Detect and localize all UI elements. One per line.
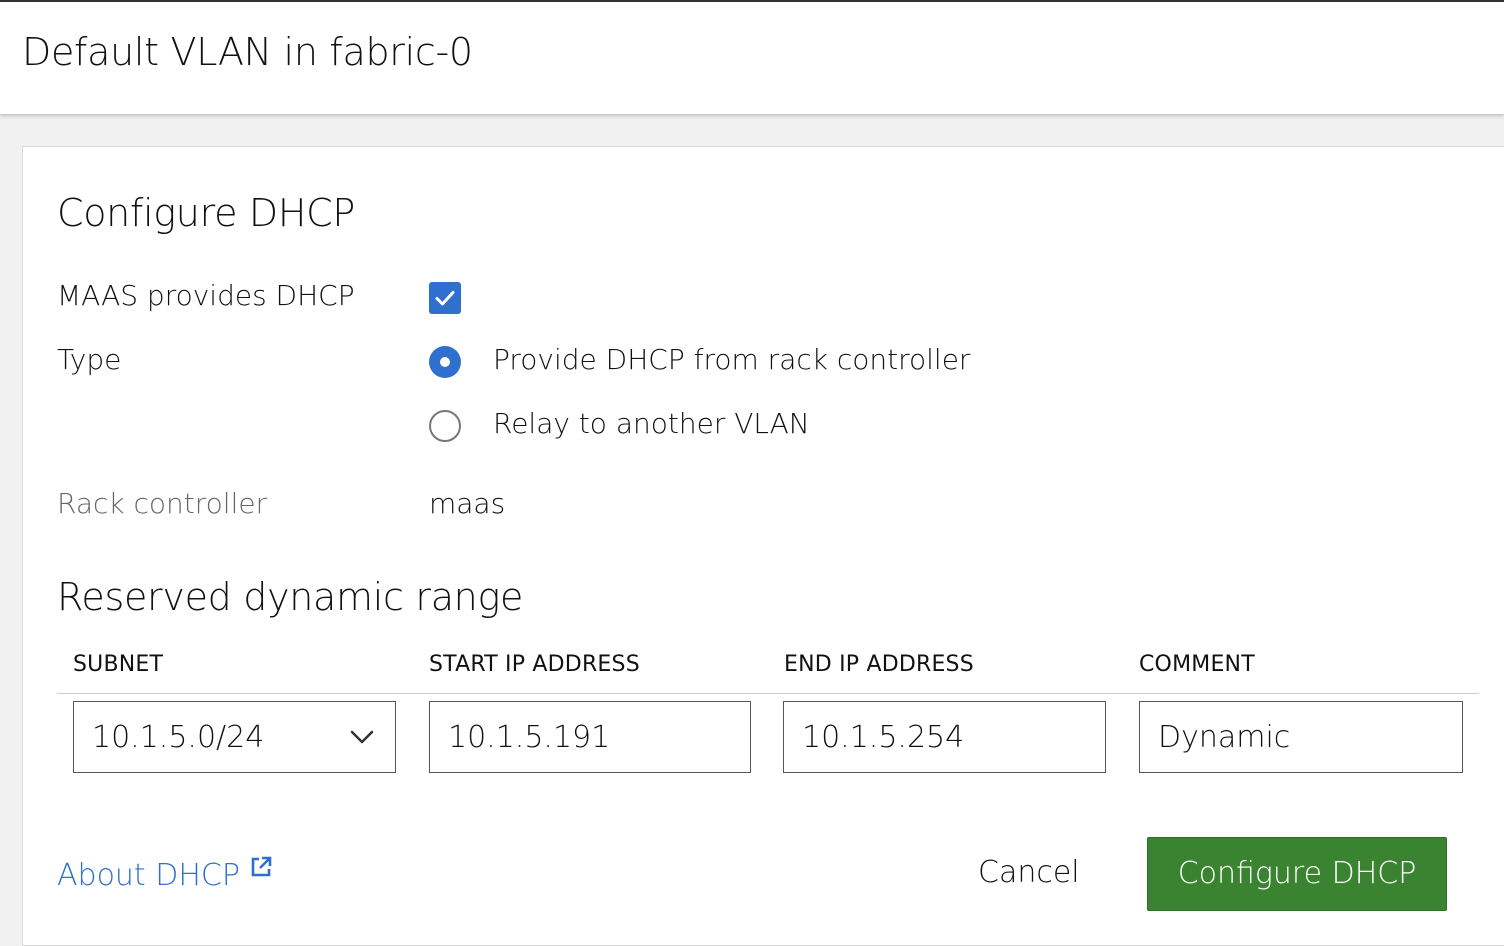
radio-relay-vlan-label[interactable]: Relay to another VLAN — [493, 407, 810, 440]
subnet-select[interactable]: 10.1.5.0/24 — [73, 701, 396, 773]
start-ip-input[interactable]: 10.1.5.191 — [429, 701, 751, 773]
end-ip-value: 10.1.5.254 — [802, 720, 965, 755]
page-title: Default VLAN in fabric-0 — [22, 30, 473, 74]
column-header-subnet: SUBNET — [73, 652, 164, 677]
cancel-button[interactable]: Cancel — [978, 855, 1080, 890]
check-icon — [435, 291, 455, 306]
radio-provide-dhcp[interactable] — [429, 346, 461, 378]
column-header-end-ip: END IP ADDRESS — [784, 652, 974, 677]
rack-controller-label: Rack controller — [57, 487, 268, 520]
reserved-range-title: Reserved dynamic range — [57, 575, 524, 619]
about-dhcp-link-label: About DHCP — [57, 858, 240, 893]
comment-value: Dynamic — [1158, 720, 1291, 755]
comment-input[interactable]: Dynamic — [1139, 701, 1463, 773]
radio-relay-vlan[interactable] — [429, 410, 461, 442]
about-dhcp-link[interactable]: About DHCP — [57, 855, 273, 893]
table-header-divider — [57, 693, 1479, 694]
subnet-select-value: 10.1.5.0/24 — [92, 720, 265, 755]
column-header-comment: COMMENT — [1139, 652, 1255, 677]
maas-provides-dhcp-label: MAAS provides DHCP — [57, 279, 355, 312]
configure-dhcp-button[interactable]: Configure DHCP — [1147, 837, 1447, 911]
radio-provide-dhcp-label[interactable]: Provide DHCP from rack controller — [493, 343, 970, 376]
external-link-icon — [251, 856, 272, 877]
form-title: Configure DHCP — [57, 191, 356, 235]
start-ip-value: 10.1.5.191 — [448, 720, 611, 755]
type-label: Type — [57, 343, 122, 376]
column-header-start-ip: START IP ADDRESS — [429, 652, 640, 677]
rack-controller-value: maas — [429, 487, 506, 520]
end-ip-input[interactable]: 10.1.5.254 — [783, 701, 1106, 773]
maas-provides-dhcp-checkbox[interactable] — [429, 282, 461, 314]
configure-dhcp-form: Configure DHCP MAAS provides DHCP Type P… — [22, 146, 1504, 946]
configure-dhcp-button-label: Configure DHCP — [1177, 856, 1417, 891]
page-header: Default VLAN in fabric-0 — [0, 0, 1504, 115]
chevron-down-icon — [350, 730, 374, 744]
